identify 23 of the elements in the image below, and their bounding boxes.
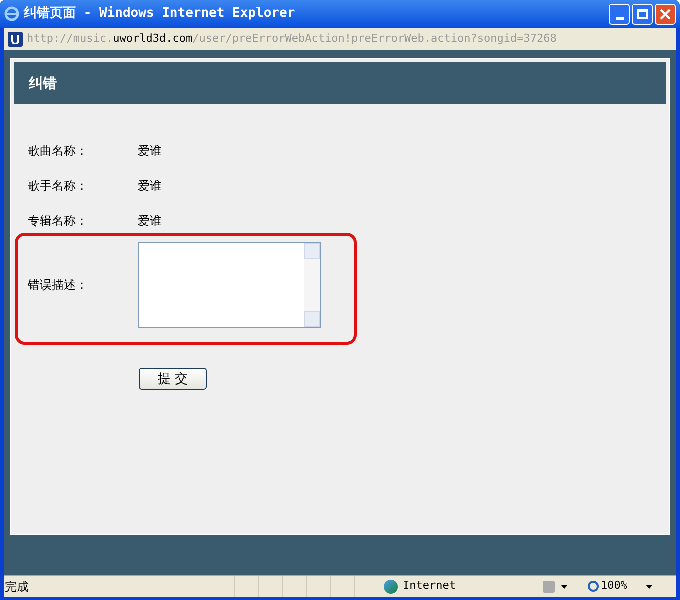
field-value: 爱谁: [138, 178, 162, 195]
close-button[interactable]: [655, 4, 676, 24]
minimize-button[interactable]: [609, 4, 630, 24]
field-label: 错误描述：: [28, 277, 89, 294]
caret-icon[interactable]: [646, 584, 652, 588]
maximize-button[interactable]: [632, 4, 653, 24]
field-value: 爱谁: [138, 143, 162, 160]
caret-icon[interactable]: [561, 584, 568, 588]
site-icon: [8, 32, 23, 46]
globe-icon: [384, 580, 398, 594]
zone-text: Internet: [403, 578, 457, 594]
field-label: 歌手名称：: [28, 178, 89, 195]
description-field[interactable]: [138, 242, 321, 328]
field-value: 爱谁: [138, 213, 162, 230]
status-text: 完成: [4, 578, 30, 596]
field-label: 歌曲名称：: [28, 143, 89, 160]
field-label: 专辑名称：: [28, 213, 89, 230]
window-title: 纠错页面 - Windows Internet Explorer: [24, 5, 296, 24]
zoom-icon: [588, 581, 599, 592]
page-header: 纠错: [29, 74, 57, 92]
zoom-level[interactable]: 100%: [601, 578, 628, 595]
submit-button[interactable]: 提 交: [139, 368, 207, 390]
close-icon: [660, 8, 671, 20]
